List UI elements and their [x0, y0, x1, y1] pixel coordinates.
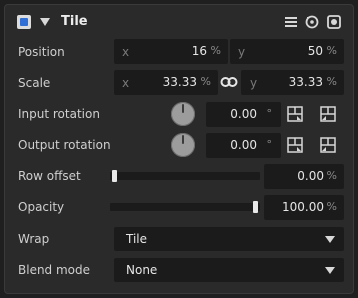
scale-label: Scale — [18, 76, 51, 90]
blend-mode-dropdown[interactable]: None — [114, 258, 344, 282]
opacity-value: 100.00 — [282, 200, 324, 214]
opacity-slider[interactable] — [110, 201, 260, 213]
degree-unit: ° — [266, 138, 273, 151]
row-offset-label: Row offset — [18, 169, 81, 183]
scale-x-value: 33.33 — [162, 75, 197, 89]
scale-x-field[interactable]: x 33.33 % — [114, 70, 218, 95]
output-rotation-field[interactable]: 0.00 ° — [206, 133, 281, 158]
chevron-down-icon — [325, 267, 335, 274]
percent-unit: % — [326, 200, 337, 213]
rotate-ccw-icon[interactable] — [287, 106, 303, 122]
input-rotation-field[interactable]: 0.00 ° — [206, 102, 281, 127]
row-offset-field[interactable]: 0.00 % — [264, 164, 344, 189]
opacity-label: Opacity — [18, 200, 65, 214]
row-offset-value: 0.00 — [297, 169, 324, 183]
scale-y-field[interactable]: y 33.33 % — [241, 70, 344, 95]
percent-unit: % — [210, 44, 221, 57]
wrap-label: Wrap — [18, 232, 50, 246]
rotate-cw-icon[interactable] — [320, 137, 336, 153]
position-x-value: 16 — [191, 44, 207, 58]
reset-icon[interactable] — [304, 14, 320, 30]
position-label: Position — [18, 45, 65, 59]
enable-checkbox[interactable] — [17, 15, 31, 29]
blend-mode-label: Blend mode — [18, 263, 91, 277]
x-axis-label: x — [122, 45, 130, 59]
degree-unit: ° — [266, 107, 273, 120]
wrap-selected-value: Tile — [126, 232, 148, 246]
output-rotation-value: 0.00 — [230, 138, 257, 152]
scale-y-value: 33.33 — [288, 75, 323, 89]
menu-icon[interactable] — [283, 14, 299, 30]
output-rotation-label: Output rotation — [18, 138, 111, 152]
percent-unit: % — [200, 75, 211, 88]
input-rotation-value: 0.00 — [230, 107, 257, 121]
position-x-field[interactable]: x 16 % — [114, 39, 228, 64]
wrap-dropdown[interactable]: Tile — [114, 227, 344, 251]
link-icon[interactable] — [220, 75, 238, 89]
panel-header: Tile — [5, 5, 353, 39]
percent-unit: % — [326, 75, 337, 88]
rotate-cw-icon[interactable] — [320, 106, 336, 122]
output-rotation-dial[interactable] — [171, 133, 195, 157]
panel-title: Tile — [61, 14, 88, 29]
chevron-down-icon — [325, 236, 335, 243]
y-axis-label: y — [250, 76, 258, 90]
opacity-field[interactable]: 100.00 % — [264, 195, 344, 220]
position-y-value: 50 — [307, 44, 323, 58]
input-rotation-label: Input rotation — [18, 107, 100, 121]
collapse-caret-icon[interactable] — [40, 18, 50, 26]
row-offset-slider[interactable] — [110, 170, 260, 182]
rotate-ccw-icon[interactable] — [287, 137, 303, 153]
input-rotation-dial[interactable] — [171, 102, 195, 126]
tile-effect-panel: Tile Position x 16 % y 50 % Scale x 33.3… — [4, 4, 354, 294]
row-offset-slider-thumb[interactable] — [112, 170, 117, 182]
x-axis-label: x — [122, 76, 130, 90]
blend-mode-selected-value: None — [126, 263, 158, 277]
percent-unit: % — [326, 44, 337, 57]
position-y-field[interactable]: y 50 % — [230, 39, 344, 64]
opacity-slider-thumb[interactable] — [253, 201, 258, 213]
camera-icon[interactable] — [326, 14, 342, 30]
percent-unit: % — [326, 169, 337, 182]
y-axis-label: y — [238, 45, 246, 59]
